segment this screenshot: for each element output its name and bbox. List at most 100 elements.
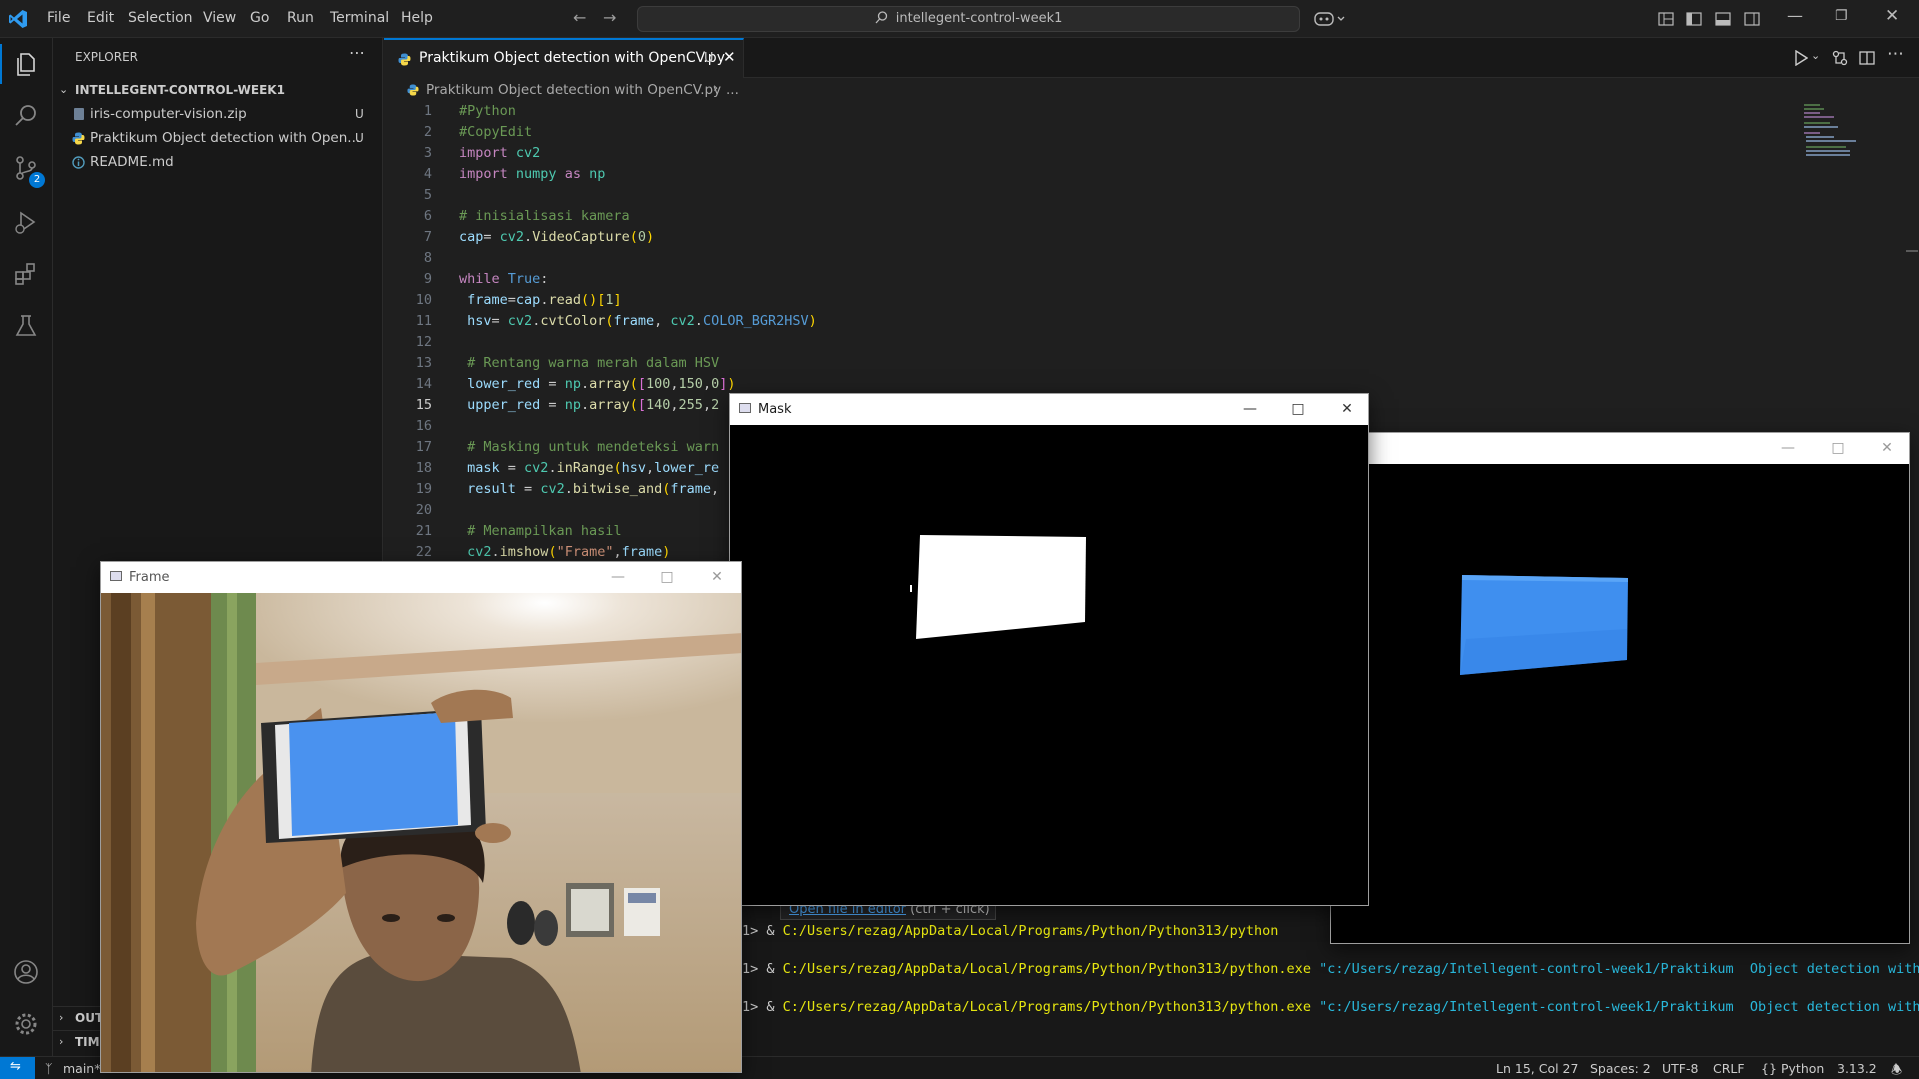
run-python-file-icon[interactable]: [1794, 50, 1808, 66]
menu-file[interactable]: File: [47, 10, 70, 26]
run-debug-icon[interactable]: [12, 208, 40, 236]
explorer-icon[interactable]: [12, 50, 40, 78]
minimap[interactable]: [1794, 102, 1904, 162]
explorer-header: EXPLORER: [75, 50, 138, 64]
menu-help[interactable]: Help: [401, 10, 433, 26]
active-indicator: [0, 44, 2, 84]
tab-close-icon[interactable]: ✕: [723, 48, 736, 66]
command-center-search[interactable]: intellegent-control-week1: [637, 6, 1300, 32]
title-bar: File Edit Selection View Go Run Terminal…: [0, 0, 1919, 38]
file-item[interactable]: README.md: [53, 151, 383, 173]
extensions-icon[interactable]: [12, 260, 40, 288]
git-branch[interactable]: main*: [63, 1061, 100, 1076]
testing-icon[interactable]: [12, 312, 40, 340]
line-number: 11: [415, 313, 432, 329]
menu-view[interactable]: View: [203, 10, 236, 26]
mask-window-titlebar[interactable]: Mask — □ ✕: [730, 394, 1368, 425]
maximize-button[interactable]: □: [1815, 433, 1861, 464]
mask-window[interactable]: Mask — □ ✕: [729, 393, 1369, 906]
line-number: 1: [423, 103, 432, 119]
code-line: while True:: [459, 271, 549, 287]
copilot-icon[interactable]: [1314, 10, 1346, 28]
menu-go[interactable]: Go: [250, 10, 269, 26]
language-mode[interactable]: Python: [1781, 1061, 1824, 1076]
breadcrumb-more[interactable]: ...: [726, 82, 739, 98]
mask-window-title: Mask: [758, 402, 792, 417]
search-icon[interactable]: [12, 102, 40, 130]
mask-blob: [910, 535, 1086, 639]
menu-selection[interactable]: Selection: [128, 10, 193, 26]
result-window[interactable]: — □ ✕: [1330, 432, 1910, 944]
close-button[interactable]: ✕: [1324, 394, 1370, 425]
minimize-window-button[interactable]: —: [1787, 6, 1803, 25]
frame-window-title: Frame: [129, 570, 170, 585]
python-version[interactable]: 3.13.2: [1837, 1061, 1877, 1076]
line-number: 15: [415, 397, 432, 413]
toggle-panel-icon[interactable]: [1715, 11, 1731, 27]
open-changes-icon[interactable]: [1832, 50, 1848, 66]
file-item[interactable]: Praktikum Object detection with Open... …: [53, 127, 383, 149]
git-status-badge: U: [355, 131, 364, 145]
editor-more-actions-icon[interactable]: ⋯: [1887, 44, 1904, 64]
forward-arrow-icon[interactable]: →: [603, 8, 616, 27]
minimize-button[interactable]: —: [1227, 394, 1273, 425]
remote-indicator[interactable]: ⇋: [0, 1057, 35, 1079]
maximize-button[interactable]: □: [644, 562, 690, 593]
window-app-icon: [110, 571, 122, 581]
result-image: [1331, 464, 1909, 943]
line-number: 14: [415, 376, 432, 392]
line-number: 6: [423, 208, 432, 224]
cursor-position[interactable]: Ln 15, Col 27: [1496, 1061, 1578, 1076]
back-arrow-icon[interactable]: ←: [573, 8, 586, 27]
code-line: import cv2: [459, 145, 541, 161]
menu-edit[interactable]: Edit: [87, 10, 114, 26]
accounts-icon[interactable]: [12, 958, 40, 986]
line-ending[interactable]: CRLF: [1713, 1061, 1745, 1076]
chevron-right-icon: ›: [59, 1011, 64, 1024]
close-button[interactable]: ✕: [1864, 433, 1910, 464]
chevron-down-icon: ⌄: [59, 83, 69, 96]
restore-window-button[interactable]: ❐: [1835, 8, 1848, 24]
vscode-logo-icon: [9, 10, 27, 28]
python-icon: [398, 53, 411, 66]
line-number: 18: [415, 460, 432, 476]
file-item[interactable]: iris-computer-vision.zip U: [53, 103, 383, 125]
result-window-titlebar[interactable]: — □ ✕: [1331, 433, 1909, 464]
toggle-secondary-sidebar-icon[interactable]: [1744, 11, 1760, 27]
window-app-icon: [739, 403, 751, 413]
line-number: 4: [423, 166, 432, 182]
webcam-scene: [101, 593, 741, 1072]
breadcrumb-file[interactable]: Praktikum Object detection with OpenCV.p…: [426, 82, 721, 98]
notifications-bell-icon[interactable]: 🕭: [1891, 1061, 1902, 1079]
line-number: 2: [423, 124, 432, 140]
line-number: 19: [415, 481, 432, 497]
menu-run[interactable]: Run: [287, 10, 314, 26]
file-name: iris-computer-vision.zip: [90, 106, 247, 122]
workspace-folder[interactable]: ⌄ INTELLEGENT-CONTROL-WEEK1: [53, 79, 383, 101]
split-editor-icon[interactable]: [1859, 50, 1875, 66]
minimize-button[interactable]: —: [1765, 433, 1811, 464]
close-window-button[interactable]: ✕: [1885, 6, 1899, 26]
mask-image: [730, 425, 1368, 905]
indentation[interactable]: Spaces: 2: [1590, 1061, 1651, 1076]
code-line: cv2.imshow("Frame",frame): [467, 544, 671, 560]
maximize-button[interactable]: □: [1275, 394, 1321, 425]
chevron-right-icon: ›: [713, 81, 719, 96]
zip-icon: [74, 108, 84, 120]
line-number: 21: [415, 523, 432, 539]
run-dropdown-icon[interactable]: ⌄: [1811, 49, 1820, 62]
toggle-primary-sidebar-icon[interactable]: [1686, 11, 1702, 27]
editor-tab-bar: Praktikum Object detection with OpenCV.p…: [384, 38, 1919, 78]
more-actions-icon[interactable]: ⋯: [349, 43, 365, 62]
frame-window[interactable]: Frame — □ ✕: [100, 561, 742, 1073]
frame-window-titlebar[interactable]: Frame — □ ✕: [101, 562, 741, 593]
menu-terminal[interactable]: Terminal: [330, 10, 389, 26]
close-button[interactable]: ✕: [694, 562, 740, 593]
settings-gear-icon[interactable]: [12, 1010, 40, 1038]
customize-layout-icon[interactable]: [1658, 11, 1674, 27]
webcam-frame: [101, 593, 741, 1072]
minimize-button[interactable]: —: [595, 562, 641, 593]
line-number: 20: [415, 502, 432, 518]
encoding[interactable]: UTF-8: [1662, 1061, 1698, 1076]
tab-praktikum[interactable]: Praktikum Object detection with OpenCV.p…: [384, 38, 744, 78]
